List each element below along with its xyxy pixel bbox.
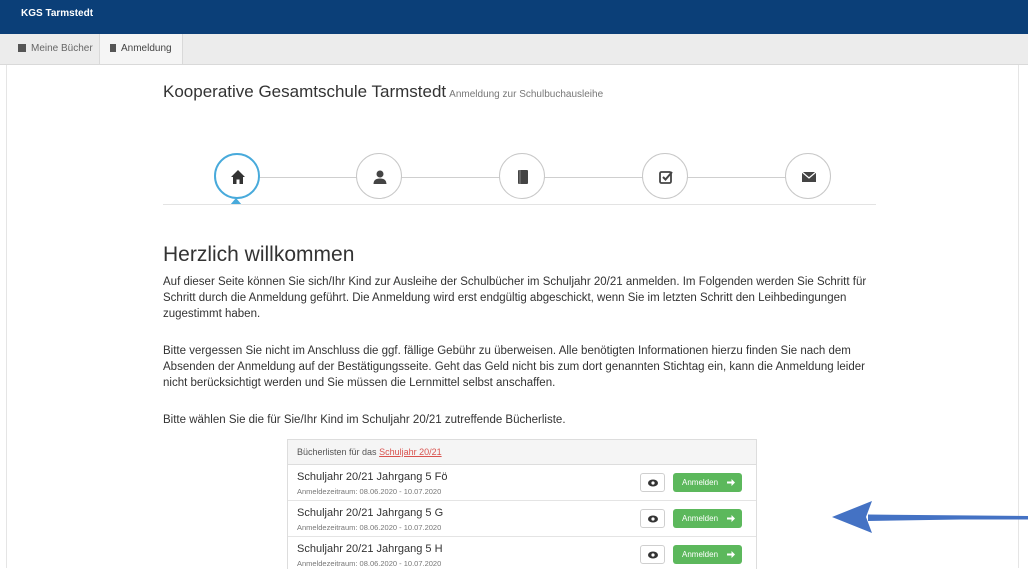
booklist-title: Schuljahr 20/21 Jahrgang 5 H — [297, 543, 443, 555]
nav-bar: Meine Bücher Anmeldung — [0, 34, 1028, 65]
step-send[interactable] — [785, 153, 831, 199]
booklist-title: Schuljahr 20/21 Jahrgang 5 G — [297, 507, 444, 519]
book-icon — [18, 44, 26, 52]
booklist-panel-header: Bücherlisten für das Schuljahr 20/21 — [288, 440, 756, 465]
booklist-row: Schuljahr 20/21 Jahrgang 5 Fö Anmeldezei… — [288, 465, 756, 501]
left-border — [6, 65, 7, 568]
intro-paragraph: Auf dieser Seite können Sie sich/Ihr Kin… — [163, 276, 867, 320]
register-button[interactable]: Anmelden — [673, 509, 742, 528]
top-bar: KGS Tarmstedt — [0, 0, 1028, 34]
register-button-label: Anmelden — [682, 550, 719, 559]
book-icon — [518, 170, 528, 184]
page-title: Kooperative Gesamtschule Tarmstedt Anmeld… — [163, 82, 603, 102]
eye-icon — [648, 479, 658, 487]
view-booklist-button[interactable] — [640, 545, 665, 564]
welcome-heading: Herzlich willkommen — [163, 243, 355, 266]
view-booklist-button[interactable] — [640, 473, 665, 492]
annotation-arrow — [832, 501, 1028, 533]
tab-anmeldung[interactable]: Anmeldung — [99, 34, 183, 64]
page-subtitle: Anmeldung zur Schulbuchausleihe — [449, 89, 604, 100]
school-name: Kooperative Gesamtschule Tarmstedt — [163, 82, 447, 101]
payment-paragraph: Bitte vergessen Sie nicht im Anschluss d… — [163, 345, 865, 389]
instruction-paragraph: Bitte wählen Sie die für Sie/Ihr Kind im… — [163, 414, 566, 426]
booklist-header-text: Bücherlisten für das — [297, 447, 377, 457]
envelope-icon — [801, 171, 817, 182]
home-icon — [231, 170, 245, 184]
registration-period: Anmeldezeitraum: 08.06.2020 - 10.07.2020 — [297, 523, 442, 532]
checkbox-icon — [659, 171, 673, 184]
file-icon — [110, 44, 116, 52]
tab-meine-buecher[interactable]: Meine Bücher — [8, 34, 103, 64]
right-border — [1018, 65, 1019, 568]
tab-label: Meine Bücher — [31, 43, 93, 54]
step-books[interactable] — [499, 153, 545, 199]
step-home[interactable] — [214, 153, 260, 199]
register-button[interactable]: Anmelden — [673, 473, 742, 492]
registration-period: Anmeldezeitraum: 08.06.2020 - 10.07.2020 — [297, 487, 442, 496]
registration-period: Anmeldezeitraum: 08.06.2020 - 10.07.2020 — [297, 559, 442, 568]
register-button[interactable]: Anmelden — [673, 545, 742, 564]
user-icon — [373, 170, 387, 184]
arrow-right-icon — [727, 551, 735, 558]
booklist-row: Schuljahr 20/21 Jahrgang 5 H Anmeldezeit… — [288, 537, 756, 569]
view-booklist-button[interactable] — [640, 509, 665, 528]
booklist-panel: Bücherlisten für das Schuljahr 20/21 Sch… — [287, 439, 757, 569]
register-button-label: Anmelden — [682, 514, 719, 523]
arrow-right-icon — [727, 515, 735, 522]
register-button-label: Anmelden — [682, 478, 719, 487]
school-year-link[interactable]: Schuljahr 20/21 — [379, 447, 442, 457]
brand-name[interactable]: KGS Tarmstedt — [21, 8, 93, 19]
eye-icon — [648, 551, 658, 559]
arrow-right-icon — [727, 479, 735, 486]
tab-label: Anmeldung — [121, 43, 172, 54]
booklist-row: Schuljahr 20/21 Jahrgang 5 G Anmeldezeit… — [288, 501, 756, 537]
divider — [163, 204, 876, 205]
booklist-title: Schuljahr 20/21 Jahrgang 5 Fö — [297, 471, 448, 483]
step-confirm[interactable] — [642, 153, 688, 199]
eye-icon — [648, 515, 658, 523]
step-user[interactable] — [356, 153, 402, 199]
